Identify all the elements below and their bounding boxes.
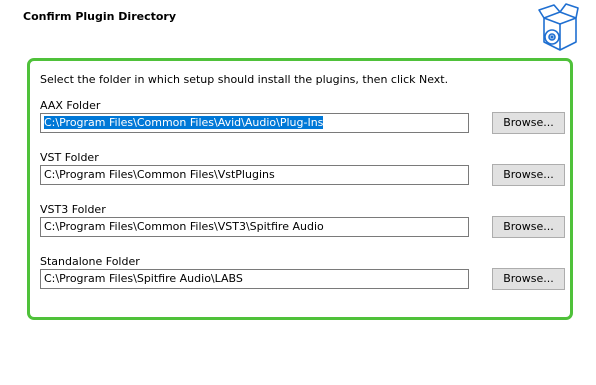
aax-folder-group: AAX Folder C:\Program Files\Common Files… [40, 99, 565, 145]
vst3-browse-button[interactable]: Browse... [492, 216, 565, 238]
vst3-folder-path: C:\Program Files\Common Files\VST3\Spitf… [44, 220, 324, 233]
vst3-folder-group: VST3 Folder C:\Program Files\Common File… [40, 203, 565, 249]
instruction-text: Select the folder in which setup should … [40, 73, 449, 86]
standalone-browse-button[interactable]: Browse... [492, 268, 565, 290]
vst-folder-path: C:\Program Files\Common Files\VstPlugins [44, 168, 275, 181]
standalone-folder-path: C:\Program Files\Spitfire Audio\LABS [44, 272, 243, 285]
vst3-folder-input[interactable]: C:\Program Files\Common Files\VST3\Spitf… [40, 217, 469, 237]
vst-browse-button[interactable]: Browse... [492, 164, 565, 186]
plugin-folders-panel: Select the folder in which setup should … [27, 58, 573, 320]
aax-browse-button[interactable]: Browse... [492, 112, 565, 134]
software-box-disc-icon [538, 3, 579, 51]
aax-folder-label: AAX Folder [40, 99, 101, 112]
page-title: Confirm Plugin Directory [23, 10, 177, 23]
vst-folder-group: VST Folder C:\Program Files\Common Files… [40, 151, 565, 197]
vst-folder-label: VST Folder [40, 151, 99, 164]
vst-folder-input[interactable]: C:\Program Files\Common Files\VstPlugins [40, 165, 469, 185]
vst3-folder-label: VST3 Folder [40, 203, 106, 216]
aax-folder-input[interactable]: C:\Program Files\Common Files\Avid\Audio… [40, 113, 469, 133]
standalone-folder-label: Standalone Folder [40, 255, 140, 268]
standalone-folder-group: Standalone Folder C:\Program Files\Spitf… [40, 255, 565, 301]
aax-folder-path: C:\Program Files\Common Files\Avid\Audio… [44, 116, 324, 129]
standalone-folder-input[interactable]: C:\Program Files\Spitfire Audio\LABS [40, 269, 469, 289]
